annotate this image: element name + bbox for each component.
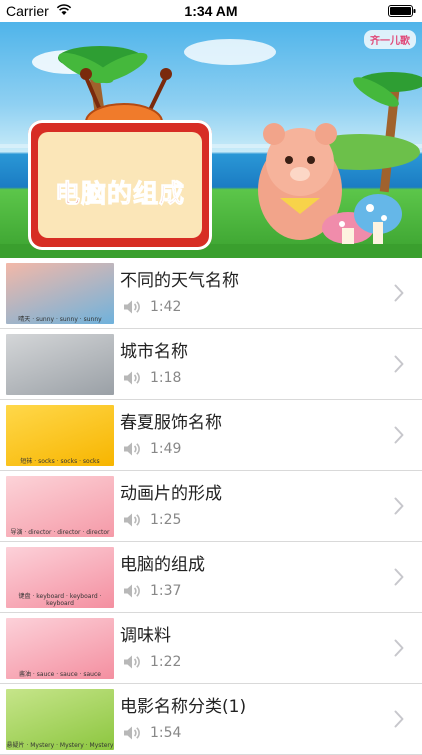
video-thumbnail xyxy=(6,334,114,395)
video-duration: 1:54 xyxy=(150,725,182,741)
speaker-icon xyxy=(124,371,140,385)
list-item[interactable]: 悬疑片 · Mystery · Mystery · Mystery 电影名称分类… xyxy=(0,684,422,755)
list-item[interactable]: 晴天 · sunny · sunny · sunny 不同的天气名称 1:42 xyxy=(0,258,422,329)
hero-title: 电脑的组成 xyxy=(54,179,185,209)
clock: 1:34 AM xyxy=(184,3,238,19)
thumbnail-caption: 悬疑片 · Mystery · Mystery · Mystery xyxy=(6,742,114,749)
list-item[interactable]: 短袜 · socks · socks · socks 春夏服饰名称 1:49 xyxy=(0,400,422,471)
video-duration: 1:42 xyxy=(150,299,182,315)
video-duration: 1:18 xyxy=(150,370,182,386)
video-duration: 1:37 xyxy=(150,583,182,599)
battery-icon xyxy=(388,5,416,17)
list-item[interactable]: 城市名称 1:18 xyxy=(0,329,422,400)
thumbnail-caption: 导演 · director · director · director xyxy=(10,529,110,536)
thumbnail-caption: 晴天 · sunny · sunny · sunny xyxy=(18,316,102,323)
video-title: 电脑的组成 xyxy=(120,555,205,575)
chevron-right-icon[interactable] xyxy=(394,710,404,728)
chevron-right-icon[interactable] xyxy=(394,426,404,444)
speaker-icon xyxy=(124,513,140,527)
video-thumbnail: 导演 · director · director · director xyxy=(6,476,114,537)
speaker-icon xyxy=(124,300,140,314)
speaker-icon xyxy=(124,726,140,740)
video-title: 不同的天气名称 xyxy=(120,271,239,291)
chevron-right-icon[interactable] xyxy=(394,639,404,657)
hero-banner: 电脑的组成 齐一儿歌 xyxy=(0,22,422,258)
thumbnail-caption: 酱油 · sauce · sauce · sauce xyxy=(19,671,101,678)
video-title: 电影名称分类(1) xyxy=(120,697,247,717)
hero-badge: 齐一儿歌 xyxy=(364,30,416,49)
thumbnail-caption: 短袜 · socks · socks · socks xyxy=(20,458,100,465)
hero-title-panel: 电脑的组成 xyxy=(38,132,202,238)
status-bar: Carrier 1:34 AM xyxy=(0,0,422,22)
video-duration: 1:49 xyxy=(150,441,182,457)
thumbnail-caption: 键盘 · keyboard · keyboard · keyboard xyxy=(18,593,102,607)
speaker-icon xyxy=(124,655,140,669)
video-duration: 1:25 xyxy=(150,512,182,528)
hero-title-board: 电脑的组成 xyxy=(28,120,212,250)
list-item[interactable]: 导演 · director · director · director 动画片的… xyxy=(0,471,422,542)
video-duration: 1:22 xyxy=(150,654,182,670)
video-title: 城市名称 xyxy=(120,342,188,362)
list-item[interactable]: 键盘 · keyboard · keyboard · keyboard 电脑的组… xyxy=(0,542,422,613)
chevron-right-icon[interactable] xyxy=(394,497,404,515)
video-thumbnail: 酱油 · sauce · sauce · sauce xyxy=(6,618,114,679)
video-thumbnail: 短袜 · socks · socks · socks xyxy=(6,405,114,466)
video-title: 调味料 xyxy=(120,626,171,646)
video-list: 晴天 · sunny · sunny · sunny 不同的天气名称 1:42 … xyxy=(0,258,422,755)
chevron-right-icon[interactable] xyxy=(394,284,404,302)
video-thumbnail: 晴天 · sunny · sunny · sunny xyxy=(6,263,114,324)
video-thumbnail: 悬疑片 · Mystery · Mystery · Mystery xyxy=(6,689,114,750)
chevron-right-icon[interactable] xyxy=(394,568,404,586)
video-thumbnail: 键盘 · keyboard · keyboard · keyboard xyxy=(6,547,114,608)
video-title: 春夏服饰名称 xyxy=(120,413,222,433)
video-title: 动画片的形成 xyxy=(120,484,222,504)
speaker-icon xyxy=(124,442,140,456)
list-item[interactable]: 酱油 · sauce · sauce · sauce 调味料 1:22 xyxy=(0,613,422,684)
speaker-icon xyxy=(124,584,140,598)
chevron-right-icon[interactable] xyxy=(394,355,404,373)
